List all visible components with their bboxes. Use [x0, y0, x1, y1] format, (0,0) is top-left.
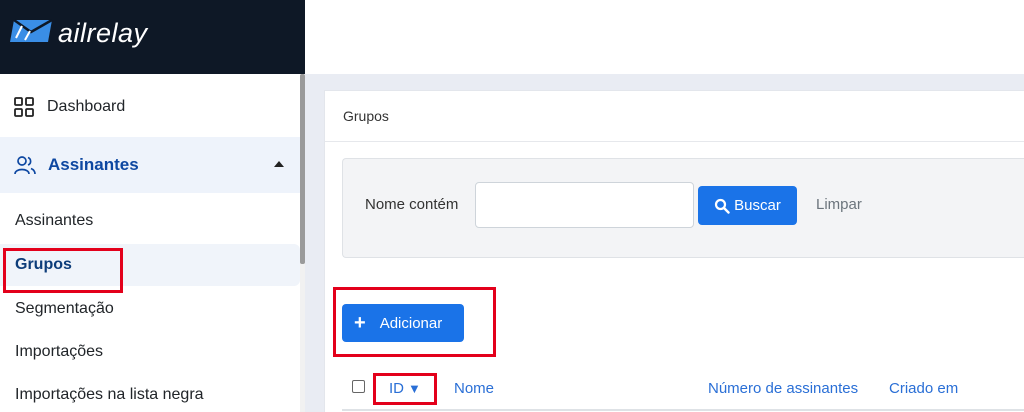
- sidebar-item-label: Assinantes: [48, 155, 139, 174]
- divider: [325, 141, 1024, 142]
- sidebar-subitem-segmentacao[interactable]: Segmentação: [0, 288, 300, 330]
- table-header-border: [342, 409, 1024, 411]
- page-title: Grupos: [343, 108, 389, 124]
- mail-icon: [10, 18, 53, 42]
- sidebar-subitem-importacoes[interactable]: Importações: [0, 331, 300, 373]
- search-icon: [715, 198, 730, 214]
- grid-icon: [14, 97, 34, 117]
- caret-up-icon: [274, 161, 284, 167]
- select-all-checkbox[interactable]: [352, 380, 365, 393]
- column-header-name[interactable]: Nome: [454, 380, 494, 397]
- highlight-box-id: [373, 373, 437, 405]
- users-icon: [14, 156, 36, 175]
- sidebar-scrollbar-thumb[interactable]: [300, 74, 305, 264]
- filter-label: Nome contém: [365, 196, 459, 213]
- sidebar-item-dashboard[interactable]: Dashboard: [0, 86, 300, 128]
- column-header-subscriber-count[interactable]: Número de assinantes: [708, 380, 858, 397]
- sidebar-subitem-assinantes[interactable]: Assinantes: [0, 200, 300, 242]
- name-filter-input[interactable]: [475, 182, 694, 228]
- sidebar-subitem-lista-negra[interactable]: Importações na lista negra: [0, 374, 300, 412]
- highlight-box-grupos: [3, 248, 123, 293]
- column-header-created-at[interactable]: Criado em: [889, 380, 958, 397]
- search-button-label: Buscar: [734, 197, 781, 214]
- topbar: [305, 0, 1024, 74]
- logo-text: ailrelay: [58, 18, 148, 48]
- sidebar-item-assinantes[interactable]: Assinantes: [0, 137, 300, 193]
- mailrelay-logo[interactable]: ailrelay: [8, 8, 158, 48]
- search-button[interactable]: Buscar: [698, 186, 797, 225]
- sidebar-item-label: Dashboard: [47, 98, 126, 115]
- clear-link[interactable]: Limpar: [816, 196, 862, 213]
- brand-header: ailrelay: [0, 0, 305, 74]
- highlight-box-adicionar: [333, 287, 496, 357]
